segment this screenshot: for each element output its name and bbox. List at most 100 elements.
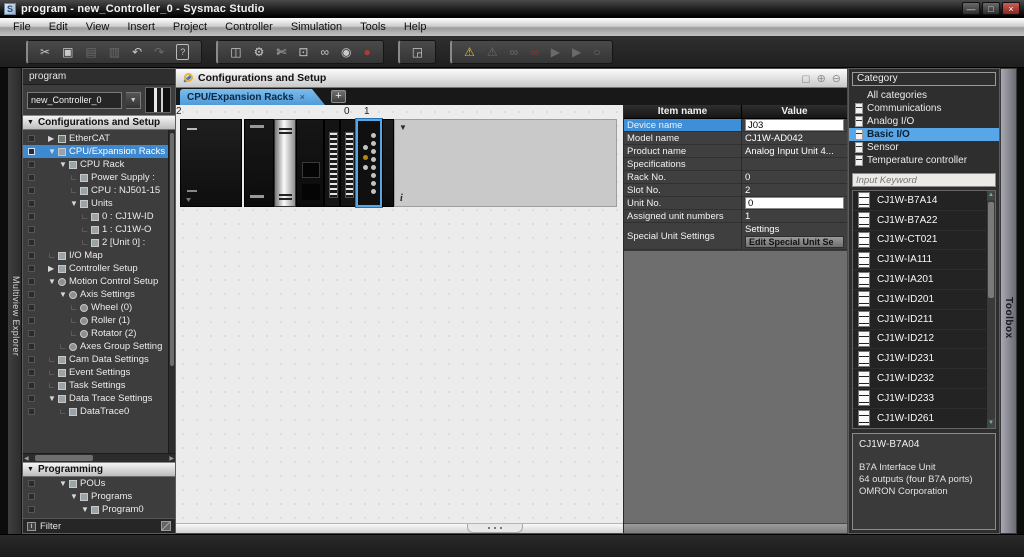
splitter-handle[interactable]: [467, 524, 523, 533]
tree-item[interactable]: Programs: [23, 490, 175, 503]
tree-item[interactable]: Controller Setup: [23, 262, 175, 275]
property-value[interactable]: CJ1W-AD042: [742, 132, 847, 144]
search-input[interactable]: [853, 174, 995, 186]
tree-item[interactable]: CPU/Expansion Racks: [23, 145, 175, 158]
property-value-text[interactable]: Settings: [745, 223, 844, 236]
tree-item[interactable]: Cam Data Settings: [23, 353, 175, 366]
toolbar-icon[interactable]: ⚠: [487, 45, 498, 59]
category-item[interactable]: Basic I/O: [849, 128, 999, 141]
tree-expand-icon[interactable]: [59, 407, 68, 416]
tree-expand-icon[interactable]: [70, 303, 79, 312]
unit-list-item[interactable]: CJ1W-ID231: [853, 349, 995, 369]
property-row[interactable]: Special Unit Settings Settings Edit Spec…: [624, 223, 847, 250]
multiview-explorer-tab[interactable]: Multiview Explorer: [8, 68, 22, 534]
tree-expand-icon[interactable]: [48, 134, 57, 143]
menu-item[interactable]: Tools: [351, 18, 395, 36]
tree-expand-icon[interactable]: [81, 505, 90, 514]
tab-close-icon[interactable]: ×: [300, 92, 305, 102]
tree-expand-icon[interactable]: [48, 355, 57, 364]
programming-section-header[interactable]: ▼ Programming: [23, 462, 175, 477]
view-control-icon[interactable]: ⊖: [832, 72, 841, 85]
cpu-unit-face[interactable]: [274, 119, 296, 207]
chevron-down-icon[interactable]: ▼: [126, 92, 141, 109]
menu-item[interactable]: Project: [164, 18, 216, 36]
scroll-up-icon[interactable]: ▲: [987, 191, 995, 200]
property-value[interactable]: 0: [742, 197, 847, 209]
property-row[interactable]: Device name J03: [624, 119, 847, 132]
unit-list-item[interactable]: CJ1W-B7A14: [853, 191, 995, 211]
property-row[interactable]: Specifications: [624, 158, 847, 171]
toolbar-icon[interactable]: ✄: [276, 45, 286, 59]
tree-item[interactable]: Units: [23, 197, 175, 210]
cpu-unit-ports[interactable]: [296, 119, 324, 207]
toolbar-icon[interactable]: ▶: [551, 45, 560, 59]
toolbar-icon[interactable]: ∞: [530, 45, 539, 59]
property-row[interactable]: Unit No. 0: [624, 197, 847, 210]
property-name[interactable]: Product name: [624, 145, 742, 157]
property-value[interactable]: Settings Edit Special Unit Se: [742, 223, 847, 249]
analog-unit-slot2-selected[interactable]: [356, 119, 382, 207]
controller-select[interactable]: new_Controller_0: [27, 92, 122, 109]
category-item[interactable]: All categories: [849, 89, 999, 102]
toolbox-tab[interactable]: Toolbox: [1000, 68, 1017, 534]
configurations-section-header[interactable]: ▼ Configurations and Setup: [23, 115, 175, 130]
unit-list-item[interactable]: CJ1W-ID201: [853, 290, 995, 310]
io-unit-slot0[interactable]: [324, 119, 340, 207]
cpu-unit-left[interactable]: [244, 119, 274, 207]
tree-expand-icon[interactable]: [48, 277, 57, 286]
tree-item[interactable]: Axes Group Setting: [23, 340, 175, 353]
tree-item[interactable]: 2 [Unit 0] :: [23, 236, 175, 249]
tree-item[interactable]: Task Settings: [23, 379, 175, 392]
toolbar-icon[interactable]: ✂: [40, 45, 50, 59]
view-control-icon[interactable]: ◻: [801, 72, 810, 85]
property-row[interactable]: Assigned unit numbers 1: [624, 210, 847, 223]
property-value[interactable]: Analog Input Unit 4...: [742, 145, 847, 157]
tree-item[interactable]: Program0: [23, 503, 175, 516]
scrollbar-thumb[interactable]: [35, 455, 93, 461]
unit-list-item[interactable]: CJ1W-IA111: [853, 250, 995, 270]
tree-expand-icon[interactable]: [48, 394, 57, 403]
unit-list-item[interactable]: CJ1W-ID233: [853, 389, 995, 409]
rack-info-icon[interactable]: i: [400, 193, 403, 204]
tree-expand-icon[interactable]: [70, 329, 79, 338]
tree-item[interactable]: POUs: [23, 477, 175, 490]
tree-item[interactable]: DataTrace0: [23, 405, 175, 418]
toolbar-icon[interactable]: ?: [176, 44, 189, 60]
property-name[interactable]: Slot No.: [624, 184, 742, 196]
rack-plate[interactable]: ▼ i: [394, 119, 617, 207]
tree-expand-icon[interactable]: [81, 238, 90, 247]
unit-list-item[interactable]: CJ1W-CT021: [853, 231, 995, 251]
menu-item[interactable]: Help: [395, 18, 436, 36]
toolbar-icon[interactable]: ◫: [230, 45, 241, 59]
scroll-left-icon[interactable]: ◀: [24, 455, 29, 462]
power-supply-unit[interactable]: [180, 119, 242, 207]
menu-item[interactable]: Edit: [40, 18, 77, 36]
unit-list-item[interactable]: CJ1W-ID261: [853, 409, 995, 429]
tree-expand-icon[interactable]: [59, 290, 68, 299]
category-item[interactable]: Communications: [849, 102, 999, 115]
toolbar-icon[interactable]: ∞: [510, 45, 519, 59]
tree-item[interactable]: Axis Settings: [23, 288, 175, 301]
property-value-text[interactable]: CJ1W-AD042: [745, 132, 844, 144]
view-control-icon[interactable]: ⊕: [817, 72, 826, 85]
tree-expand-icon[interactable]: [48, 251, 57, 260]
toolbar-icon[interactable]: ⚙: [254, 45, 265, 59]
property-row[interactable]: Model name CJ1W-AD042: [624, 132, 847, 145]
tree-horizontal-scrollbar[interactable]: ◀ ▶: [23, 453, 175, 462]
toolbar-icon[interactable]: ▥: [109, 45, 120, 59]
add-tab-button[interactable]: +: [331, 90, 346, 103]
tree-expand-icon[interactable]: [48, 368, 57, 377]
property-row[interactable]: Slot No. 2: [624, 184, 847, 197]
tree-expand-icon[interactable]: [70, 199, 79, 208]
tree-item[interactable]: Event Settings: [23, 366, 175, 379]
toolbar-icon[interactable]: ↶: [132, 45, 142, 59]
rack-bottom-scrollbar[interactable]: [176, 523, 623, 533]
tree-expand-icon[interactable]: [70, 492, 79, 501]
property-name[interactable]: Unit No.: [624, 197, 742, 209]
tree-expand-icon[interactable]: [48, 381, 57, 390]
unit-list-item[interactable]: CJ1W-IA201: [853, 270, 995, 290]
category-item[interactable]: Temperature controller: [849, 154, 999, 167]
tree-expand-icon[interactable]: [48, 147, 57, 156]
property-value-text[interactable]: Analog Input Unit 4...: [745, 145, 844, 157]
scroll-down-icon[interactable]: ▼: [987, 419, 995, 428]
